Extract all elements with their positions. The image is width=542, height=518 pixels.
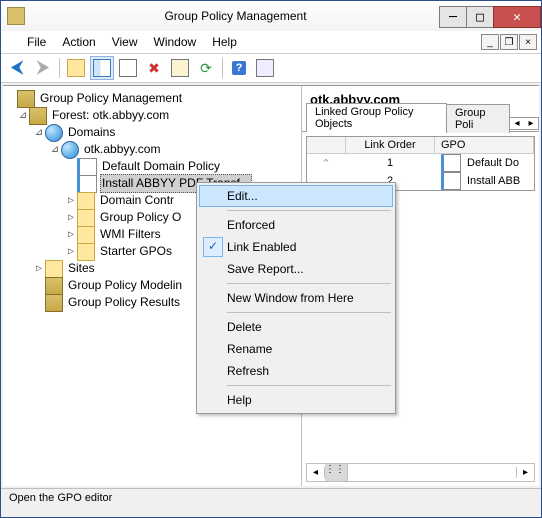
domains-icon xyxy=(45,124,63,142)
menu-separator xyxy=(227,210,391,211)
forward-button[interactable]: ⮞ xyxy=(31,56,55,80)
tree-root[interactable]: Group Policy Management xyxy=(38,90,184,107)
mmc-icon xyxy=(3,34,19,50)
ctx-save-report[interactable]: Save Report... xyxy=(199,258,393,280)
move-up-icon[interactable]: ⌃ xyxy=(307,157,346,170)
col-reorder[interactable] xyxy=(307,137,346,153)
delete-tb-button[interactable]: ✖ xyxy=(142,56,166,80)
tree-dc[interactable]: Domain Contr xyxy=(98,192,176,209)
tree-gpm[interactable]: Group Policy Modelin xyxy=(66,277,184,294)
menu-help[interactable]: Help xyxy=(204,33,245,51)
expander-icon[interactable]: ▷ xyxy=(65,243,77,260)
expander-icon[interactable]: ▷ xyxy=(33,260,45,277)
menu-file[interactable]: File xyxy=(19,33,54,51)
gpo-link-icon xyxy=(77,158,97,176)
ctx-edit[interactable]: Edit... xyxy=(199,185,393,207)
mdi-restore-button[interactable]: ❐ xyxy=(500,34,518,50)
scroll-right-button[interactable]: ▸ xyxy=(516,467,534,478)
properties-button[interactable] xyxy=(168,56,192,80)
menu-separator xyxy=(227,283,391,284)
toolbar: ⮜ ⮞ ✖ ⟳ ? xyxy=(1,54,541,83)
status-bar: Open the GPO editor xyxy=(1,488,541,517)
close-button[interactable]: ✕ xyxy=(493,6,541,28)
maximize-button[interactable]: □ xyxy=(466,6,494,28)
gpo-link-icon xyxy=(441,172,461,190)
expander-icon[interactable]: ⊿ xyxy=(33,124,45,141)
menu-separator xyxy=(227,312,391,313)
col-link-order[interactable]: Link Order xyxy=(346,137,435,153)
ctx-new-window[interactable]: New Window from Here xyxy=(199,287,393,309)
gpm-icon xyxy=(17,90,35,108)
scroll-left-button[interactable]: ◂ xyxy=(307,467,325,478)
ctx-enforced[interactable]: Enforced xyxy=(199,214,393,236)
expander-icon[interactable]: ⊿ xyxy=(49,141,61,158)
tree-domain[interactable]: otk.abbyy.com xyxy=(82,141,162,158)
mdi-minimize-button[interactable]: _ xyxy=(481,34,499,50)
help-button[interactable]: ? xyxy=(227,56,251,80)
mdi-close-button[interactable]: × xyxy=(519,34,537,50)
col-gpo[interactable]: GPO xyxy=(435,137,534,153)
options-button[interactable] xyxy=(253,56,277,80)
results-icon xyxy=(45,294,63,312)
menu-bar: File Action View Window Help _ ❐ × xyxy=(1,31,541,54)
ou-icon xyxy=(77,192,95,210)
gpo-link-icon xyxy=(441,154,461,172)
forest-icon xyxy=(29,107,47,125)
folder-icon xyxy=(77,243,95,261)
tab-scroll-right[interactable]: ▸ xyxy=(524,118,538,129)
expander-icon[interactable]: ▷ xyxy=(65,192,77,209)
ctx-link-enabled[interactable]: ✓Link Enabled xyxy=(199,236,393,258)
tree-starter[interactable]: Starter GPOs xyxy=(98,243,174,260)
menu-action[interactable]: Action xyxy=(54,33,103,51)
tree-gpr[interactable]: Group Policy Results xyxy=(66,294,182,311)
tab-scroll-left[interactable]: ◂ xyxy=(510,118,524,129)
up-button[interactable] xyxy=(64,56,88,80)
tree-sites[interactable]: Sites xyxy=(66,260,97,277)
expander-icon[interactable]: ▷ xyxy=(65,226,77,243)
tree-gpo[interactable]: Group Policy O xyxy=(98,209,183,226)
window-title: Group Policy Management xyxy=(31,9,440,23)
sites-icon xyxy=(45,260,63,278)
gpo-link-icon xyxy=(77,175,97,193)
ctx-rename[interactable]: Rename xyxy=(199,338,393,360)
folder-icon xyxy=(77,209,95,227)
scroll-thumb[interactable]: ⋮⋮ xyxy=(325,464,348,481)
tab-strip: Linked Group Policy Objects Group Poli ◂… xyxy=(302,109,539,132)
clipboard-button[interactable] xyxy=(116,56,140,80)
menu-window[interactable]: Window xyxy=(146,33,205,51)
domain-icon xyxy=(61,141,79,159)
refresh-button[interactable]: ⟳ xyxy=(194,56,218,80)
app-icon xyxy=(7,7,25,25)
tree-ddp[interactable]: Default Domain Policy xyxy=(100,158,222,175)
context-menu: Edit... Enforced ✓Link Enabled Save Repo… xyxy=(196,182,396,414)
tree-domains[interactable]: Domains xyxy=(66,124,117,141)
tab-linked-gpos[interactable]: Linked Group Policy Objects xyxy=(306,103,447,132)
tree-wmi[interactable]: WMI Filters xyxy=(98,226,163,243)
back-button[interactable]: ⮜ xyxy=(5,56,29,80)
tab-group-policy[interactable]: Group Poli xyxy=(446,104,510,133)
title-bar: Group Policy Management ─ □ ✕ xyxy=(1,1,541,31)
expander-icon[interactable]: ⊿ xyxy=(17,107,29,124)
expander-icon[interactable]: ▷ xyxy=(65,209,77,226)
folder-icon xyxy=(77,226,95,244)
menu-view[interactable]: View xyxy=(104,33,146,51)
show-tree-button[interactable] xyxy=(90,56,114,80)
ctx-help[interactable]: Help xyxy=(199,389,393,411)
check-icon: ✓ xyxy=(203,237,223,257)
ctx-delete[interactable]: Delete xyxy=(199,316,393,338)
menu-separator xyxy=(227,385,391,386)
table-row[interactable]: ⌃ 1 Default Do xyxy=(307,154,534,172)
horizontal-scrollbar[interactable]: ◂ ⋮⋮ ▸ xyxy=(306,463,535,482)
tree-forest[interactable]: Forest: otk.abbyy.com xyxy=(50,107,171,124)
ctx-refresh[interactable]: Refresh xyxy=(199,360,393,382)
modeling-icon xyxy=(45,277,63,295)
minimize-button[interactable]: ─ xyxy=(439,6,467,28)
